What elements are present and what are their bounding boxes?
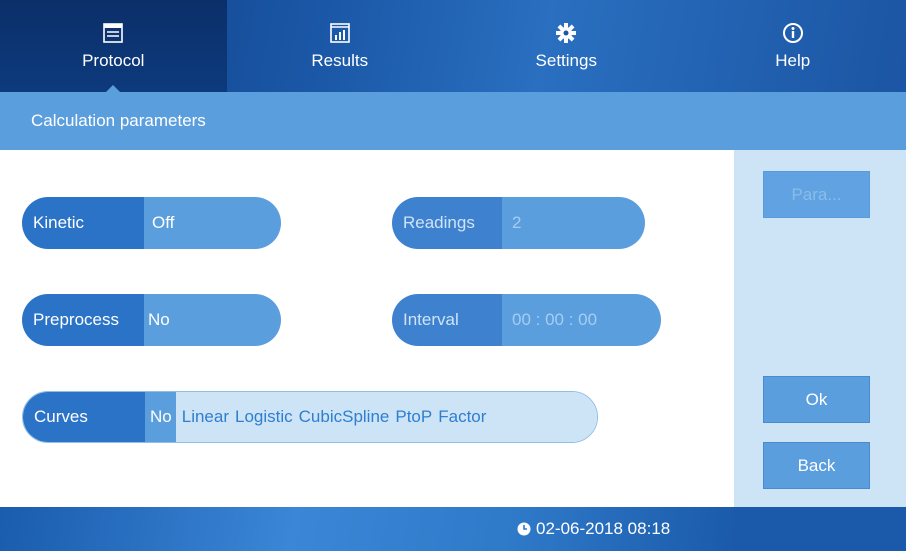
gear-icon xyxy=(555,21,577,45)
preprocess-label: Preprocess xyxy=(22,294,144,346)
kinetic-label: Kinetic xyxy=(22,197,144,249)
para-button[interactable]: Para... xyxy=(763,171,870,218)
curve-option-logistic[interactable]: Logistic xyxy=(235,392,293,442)
datetime-display: 02-06-2018 08:18 xyxy=(517,519,670,539)
preprocess-value[interactable]: No xyxy=(144,294,281,346)
interval-pill: Interval 00 : 00 : 00 xyxy=(392,294,661,346)
ok-button[interactable]: Ok xyxy=(763,376,870,423)
interval-value: 00 : 00 : 00 xyxy=(502,294,661,346)
tab-protocol[interactable]: Protocol xyxy=(0,0,227,93)
kinetic-pill[interactable]: Kinetic Off xyxy=(22,197,281,249)
status-bar-right xyxy=(734,507,906,551)
tab-help[interactable]: Help xyxy=(680,0,906,92)
curves-selector: Curves No Linear Logistic CubicSpline Pt… xyxy=(22,391,598,443)
side-panel: Para... Ok Back xyxy=(734,150,906,507)
curve-option-no[interactable]: No xyxy=(145,392,176,442)
readings-value: 2 xyxy=(502,197,645,249)
curves-label: Curves xyxy=(23,392,145,442)
page-title-bar: Calculation parameters xyxy=(0,92,906,150)
bar-chart-icon xyxy=(329,21,351,45)
page-title: Calculation parameters xyxy=(31,111,206,130)
info-icon xyxy=(782,21,804,45)
interval-label: Interval xyxy=(392,294,502,346)
tab-settings-label: Settings xyxy=(535,51,597,70)
curve-option-factor[interactable]: Factor xyxy=(438,392,486,442)
readings-pill: Readings 2 xyxy=(392,197,645,249)
tab-help-label: Help xyxy=(775,51,811,70)
tab-protocol-label: Protocol xyxy=(82,51,145,70)
curve-option-ptop[interactable]: PtoP xyxy=(395,392,432,442)
document-window-icon xyxy=(102,21,124,45)
tab-settings[interactable]: Settings xyxy=(453,0,680,92)
kinetic-value[interactable]: Off xyxy=(144,197,281,249)
readings-label: Readings xyxy=(392,197,502,249)
clock-icon xyxy=(517,522,531,536)
tab-results[interactable]: Results xyxy=(227,0,454,92)
preprocess-pill[interactable]: Preprocess No xyxy=(22,294,281,346)
tab-results-label: Results xyxy=(311,51,369,70)
curve-option-cubicspline[interactable]: CubicSpline xyxy=(299,392,390,442)
curve-option-linear[interactable]: Linear xyxy=(182,392,229,442)
curves-options: No Linear Logistic CubicSpline PtoP Fact… xyxy=(145,392,597,442)
datetime-text: 02-06-2018 08:18 xyxy=(536,519,671,538)
back-button[interactable]: Back xyxy=(763,442,870,489)
top-nav: Protocol Results Settings Help xyxy=(0,0,906,93)
